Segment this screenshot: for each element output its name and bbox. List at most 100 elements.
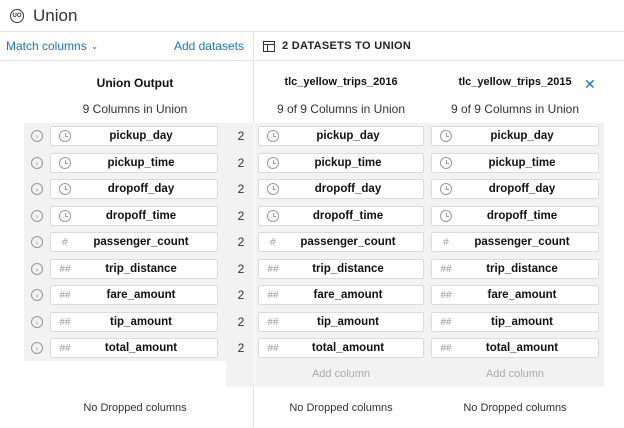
union-column-row[interactable]: ## trip_distance xyxy=(50,259,218,279)
decimal-icon: ## xyxy=(440,263,452,275)
clock-icon xyxy=(59,130,71,142)
column-name: dropoff_day xyxy=(314,183,382,195)
column-match-count: 2 xyxy=(237,129,245,143)
clock-icon xyxy=(440,210,452,222)
dataset-column-row[interactable]: ## tip_amount xyxy=(431,312,599,332)
column-match-count: 2 xyxy=(237,341,245,355)
dataset-column-row[interactable]: ## fare_amount xyxy=(431,285,599,305)
column-name: pickup_day xyxy=(490,130,554,142)
column-match-count: 2 xyxy=(237,156,245,170)
clock-icon xyxy=(267,130,279,142)
match-columns-dropdown[interactable]: Match columns ⌄ xyxy=(6,39,98,53)
dataset-column-row[interactable]: pickup_day xyxy=(431,126,599,146)
column-match-count: 2 xyxy=(237,262,245,276)
column-name: dropoff_time xyxy=(486,210,558,222)
app-header: UO Union xyxy=(0,0,624,32)
datasets-toolbar: 2 DATASETS TO UNION xyxy=(255,32,624,61)
column-name: pickup_day xyxy=(316,130,380,142)
union-column-row[interactable]: ## tip_amount xyxy=(50,312,218,332)
dataset-column-row[interactable]: ## total_amount xyxy=(258,338,424,358)
column-name: trip_distance xyxy=(105,263,177,275)
decimal-icon: ## xyxy=(267,342,279,354)
column-match-count: 2 xyxy=(237,315,245,329)
column-name: fare_amount xyxy=(487,289,557,301)
union-column-row[interactable]: dropoff_time xyxy=(50,206,218,226)
union-dropped-columns: No Dropped columns xyxy=(83,402,187,414)
union-column-row[interactable]: ## total_amount xyxy=(50,338,218,358)
add-column-button-2015[interactable]: Add column xyxy=(431,368,599,380)
dataset-column-row[interactable]: dropoff_day xyxy=(258,179,424,199)
expand-row-icon[interactable]: › xyxy=(31,263,43,275)
decimal-icon: ## xyxy=(59,289,71,301)
column-name: passenger_count xyxy=(300,236,396,248)
column-name: tip_amount xyxy=(110,316,172,328)
dataset-column-row[interactable]: ## trip_distance xyxy=(431,259,599,279)
union-column-row[interactable]: ## fare_amount xyxy=(50,285,218,305)
union-output-heading: Union Output xyxy=(96,76,174,90)
clock-icon xyxy=(267,157,279,169)
dataset-column-row[interactable]: # passenger_count xyxy=(431,232,599,252)
dropped-columns-2016: No Dropped columns xyxy=(289,402,393,414)
clock-icon xyxy=(440,157,452,169)
union-column-row[interactable]: # passenger_count xyxy=(50,232,218,252)
table-icon xyxy=(263,40,275,52)
column-name: dropoff_time xyxy=(105,210,177,222)
union-columns-summary: 9 Columns in Union xyxy=(82,102,188,116)
column-name: pickup_time xyxy=(107,157,175,169)
column-name: dropoff_day xyxy=(107,183,175,195)
column-name: trip_distance xyxy=(486,263,558,275)
column-name: total_amount xyxy=(485,342,559,354)
clock-icon xyxy=(59,210,71,222)
expand-row-icon[interactable]: › xyxy=(31,316,43,328)
page-title: Union xyxy=(33,5,78,25)
clock-icon xyxy=(440,130,452,142)
dataset-column-row[interactable]: # passenger_count xyxy=(258,232,424,252)
dataset-column-row[interactable]: pickup_time xyxy=(258,153,424,173)
clock-icon xyxy=(267,183,279,195)
dataset-summary-2016: 9 of 9 Columns in Union xyxy=(276,102,406,116)
dataset-column-row[interactable]: ## fare_amount xyxy=(258,285,424,305)
union-column-row[interactable]: dropoff_day xyxy=(50,179,218,199)
expand-row-icon[interactable]: › xyxy=(31,236,43,248)
add-column-button-2016[interactable]: Add column xyxy=(258,368,424,380)
add-datasets-link[interactable]: Add datasets xyxy=(174,39,244,53)
dataset-column-row[interactable]: ## tip_amount xyxy=(258,312,424,332)
column-name: passenger_count xyxy=(93,236,189,248)
decimal-icon: ## xyxy=(440,342,452,354)
decimal-icon: ## xyxy=(440,289,452,301)
expand-row-icon[interactable]: › xyxy=(31,157,43,169)
column-match-count: 2 xyxy=(237,288,245,302)
dataset-column-row[interactable]: dropoff_time xyxy=(431,206,599,226)
dataset-column-row[interactable]: ## total_amount xyxy=(431,338,599,358)
column-name: pickup_time xyxy=(488,157,556,169)
expand-row-icon[interactable]: › xyxy=(31,210,43,222)
remove-dataset-close-icon[interactable]: ✕ xyxy=(584,76,596,93)
dataset-summary-2015: 9 of 9 Columns in Union xyxy=(450,102,580,116)
dataset-column-row[interactable]: dropoff_time xyxy=(258,206,424,226)
decimal-icon: ## xyxy=(59,263,71,275)
dataset-column-row[interactable]: dropoff_day xyxy=(431,179,599,199)
dataset-column-row[interactable]: ## trip_distance xyxy=(258,259,424,279)
clock-icon xyxy=(267,210,279,222)
dataset-column-row[interactable]: pickup_day xyxy=(258,126,424,146)
column-match-count: 2 xyxy=(237,235,245,249)
expand-row-icon[interactable]: › xyxy=(31,130,43,142)
column-name: fare_amount xyxy=(106,289,176,301)
expand-row-icon[interactable]: › xyxy=(31,183,43,195)
datasets-count-heading: 2 DATASETS TO UNION xyxy=(282,40,412,52)
integer-icon: # xyxy=(62,236,68,248)
dataset-column-row[interactable]: pickup_time xyxy=(431,153,599,173)
integer-icon: # xyxy=(270,236,276,248)
column-name: tip_amount xyxy=(317,316,379,328)
column-name: fare_amount xyxy=(313,289,383,301)
decimal-icon: ## xyxy=(440,316,452,328)
expand-row-icon[interactable]: › xyxy=(31,342,43,354)
column-name: pickup_time xyxy=(314,157,382,169)
dataset-name-2016: tlc_yellow_trips_2016 xyxy=(284,76,398,88)
union-column-row[interactable]: pickup_time xyxy=(50,153,218,173)
expand-row-icon[interactable]: › xyxy=(31,289,43,301)
union-band-tail xyxy=(226,361,254,387)
chevron-down-icon: ⌄ xyxy=(90,40,99,51)
union-column-row[interactable]: pickup_day xyxy=(50,126,218,146)
column-name: dropoff_time xyxy=(312,210,384,222)
